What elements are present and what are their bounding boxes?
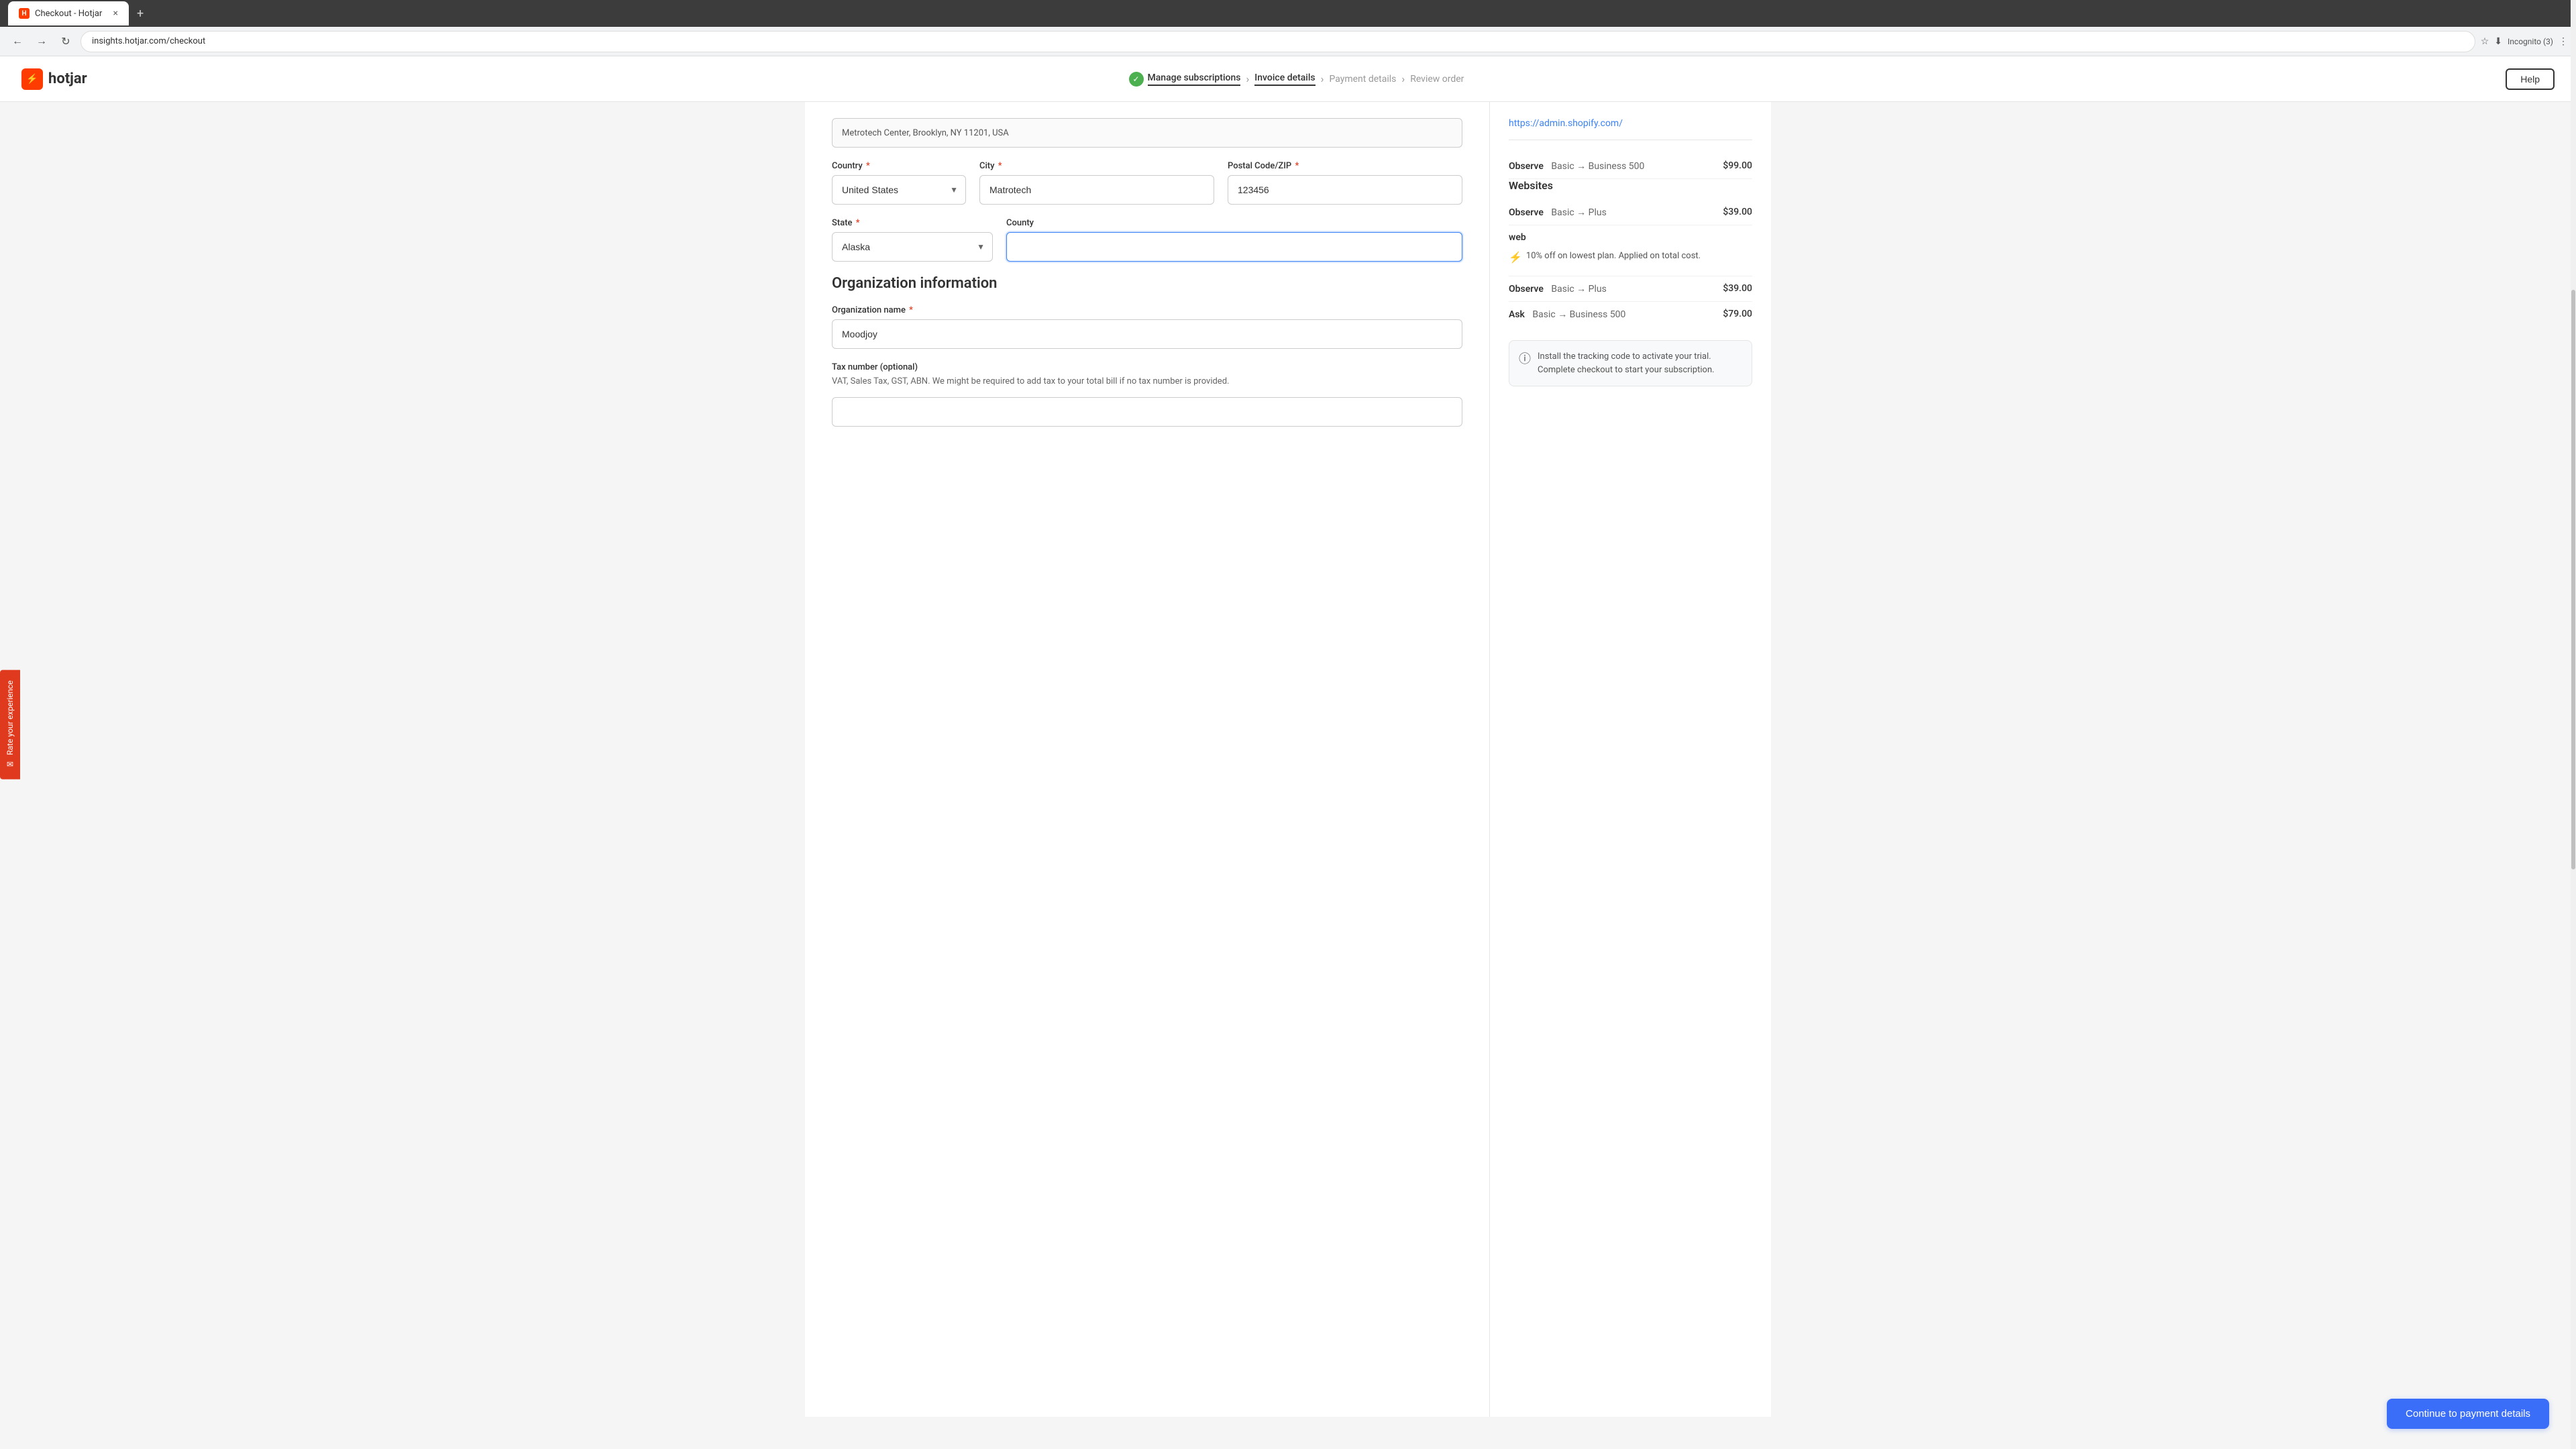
websites-section: Websites Observe Basic → Plus $39.00 web… — [1509, 179, 1752, 327]
section-title: Organization information — [832, 275, 1462, 292]
main-content: Metrotech Center, Brooklyn, NY 11201, US… — [805, 102, 1771, 1417]
help-button[interactable]: Help — [2506, 68, 2555, 90]
nav-actions: ☆ ⬇ Incognito (3) ⋮ — [2481, 36, 2568, 47]
country-group: Country * United States ▼ — [832, 161, 966, 205]
step-arrow-2: › — [1321, 72, 1324, 85]
order-summary: https://admin.shopify.com/ Observe Basic… — [1489, 102, 1771, 1417]
tax-number-group: Tax number (optional) VAT, Sales Tax, GS… — [832, 362, 1462, 427]
postal-label: Postal Code/ZIP * — [1228, 161, 1462, 171]
summary-item-observe-business: Observe Basic → Business 500 $99.00 — [1509, 154, 1752, 179]
step-label: Payment details — [1329, 74, 1396, 85]
city-group: City * — [979, 161, 1214, 205]
required-marker: * — [1295, 161, 1299, 171]
continue-button[interactable]: Continue to payment details — [2387, 1399, 2549, 1429]
profile-icon[interactable]: Incognito (3) — [2508, 37, 2553, 46]
step-label: Manage subscriptions — [1148, 72, 1241, 86]
discount-icon: ⚡ — [1509, 251, 1522, 264]
state-select-wrapper: Alaska ▼ — [832, 232, 993, 262]
browser-tab-bar: H Checkout - Hotjar × + — [0, 0, 2576, 27]
browser-nav: ← → ↻ insights.hotjar.com/checkout ☆ ⬇ I… — [0, 27, 2576, 56]
rate-experience-sidebar[interactable]: ✉ Rate your experience — [0, 669, 20, 779]
summary-item-ask-business: Ask Basic → Business 500 $79.00 — [1509, 302, 1752, 327]
postal-input[interactable] — [1228, 175, 1462, 205]
country-select-wrapper: United States ▼ — [832, 175, 966, 205]
state-select[interactable]: Alaska — [832, 232, 993, 262]
step-invoice-details[interactable]: Invoice details — [1254, 72, 1315, 86]
tab-close-button[interactable]: × — [113, 8, 118, 19]
county-input[interactable] — [1006, 232, 1462, 262]
tab-favicon: H — [19, 8, 30, 19]
summary-item-observe-plus: Observe Basic → Plus $39.00 — [1509, 200, 1752, 225]
city-label: City * — [979, 161, 1214, 171]
menu-icon[interactable]: ⋮ — [2559, 36, 2568, 47]
state-group: State * Alaska ▼ — [832, 218, 993, 262]
org-name-input[interactable] — [832, 319, 1462, 349]
required-marker: * — [866, 161, 870, 171]
step-arrow-1: › — [1246, 72, 1249, 85]
step-review-order[interactable]: Review order — [1410, 74, 1464, 85]
org-name-group: Organization name * — [832, 305, 1462, 349]
logo-text: hotjar — [48, 70, 87, 87]
required-marker: * — [856, 218, 860, 228]
summary-url[interactable]: https://admin.shopify.com/ — [1509, 118, 1752, 140]
app-header: ⚡ hotjar ✓ Manage subscriptions › Invoic… — [0, 56, 2576, 102]
refresh-button[interactable]: ↻ — [56, 32, 75, 51]
discount-notice: ⚡ 10% off on lowest plan. Applied on tot… — [1509, 246, 1701, 269]
checkout-steps: ✓ Manage subscriptions › Invoice details… — [87, 72, 2506, 87]
info-icon: ⓘ — [1519, 350, 1531, 368]
form-area: Metrotech Center, Brooklyn, NY 11201, US… — [805, 102, 1489, 1417]
active-tab[interactable]: H Checkout - Hotjar × — [8, 1, 129, 25]
tax-input[interactable] — [832, 397, 1462, 427]
summary-item-observe-plus-2: Observe Basic → Plus $39.00 — [1509, 276, 1752, 302]
county-label: County — [1006, 218, 1462, 228]
country-select[interactable]: United States — [832, 175, 966, 205]
rate-text: Rate your experience — [5, 680, 15, 755]
back-button[interactable]: ← — [8, 32, 27, 51]
tax-label: Tax number (optional) — [832, 362, 1462, 372]
city-input[interactable] — [979, 175, 1214, 205]
required-marker: * — [909, 305, 913, 315]
tax-hint: VAT, Sales Tax, GST, ABN. We might be re… — [832, 376, 1462, 386]
address-display: Metrotech Center, Brooklyn, NY 11201, US… — [832, 118, 1462, 148]
postal-group: Postal Code/ZIP * — [1228, 161, 1462, 205]
form-row-location: Country * United States ▼ City * — [832, 161, 1462, 205]
star-icon[interactable]: ☆ — [2481, 36, 2489, 47]
step-arrow-3: › — [1401, 72, 1405, 85]
step-label: Invoice details — [1254, 72, 1315, 86]
state-label: State * — [832, 218, 993, 228]
org-name-label: Organization name * — [832, 305, 1462, 315]
forward-button[interactable]: → — [32, 32, 51, 51]
rate-icon: ✉ — [5, 759, 15, 769]
logo-icon: ⚡ — [21, 68, 43, 90]
summary-item-web: web ⚡ 10% off on lowest plan. Applied on… — [1509, 225, 1752, 276]
step-label: Review order — [1410, 74, 1464, 85]
tab-title: Checkout - Hotjar — [35, 9, 102, 19]
form-row-state-county: State * Alaska ▼ County — [832, 218, 1462, 262]
scrollbar[interactable] — [2571, 0, 2576, 1449]
step-manage-subscriptions[interactable]: ✓ Manage subscriptions — [1129, 72, 1241, 87]
address-bar[interactable]: insights.hotjar.com/checkout — [80, 31, 2475, 52]
required-marker: * — [998, 161, 1002, 171]
hotjar-logo: ⚡ hotjar — [21, 68, 87, 90]
step-payment-details[interactable]: Payment details — [1329, 74, 1396, 85]
download-icon[interactable]: ⬇ — [2494, 36, 2502, 47]
county-group: County — [1006, 218, 1462, 262]
install-notice: ⓘ Install the tracking code to activate … — [1509, 340, 1752, 386]
country-label: Country * — [832, 161, 966, 171]
new-tab-button[interactable]: + — [131, 4, 149, 23]
scrollbar-thumb[interactable] — [2571, 290, 2575, 869]
step-check-icon: ✓ — [1129, 72, 1144, 87]
websites-title: Websites — [1509, 179, 1752, 192]
